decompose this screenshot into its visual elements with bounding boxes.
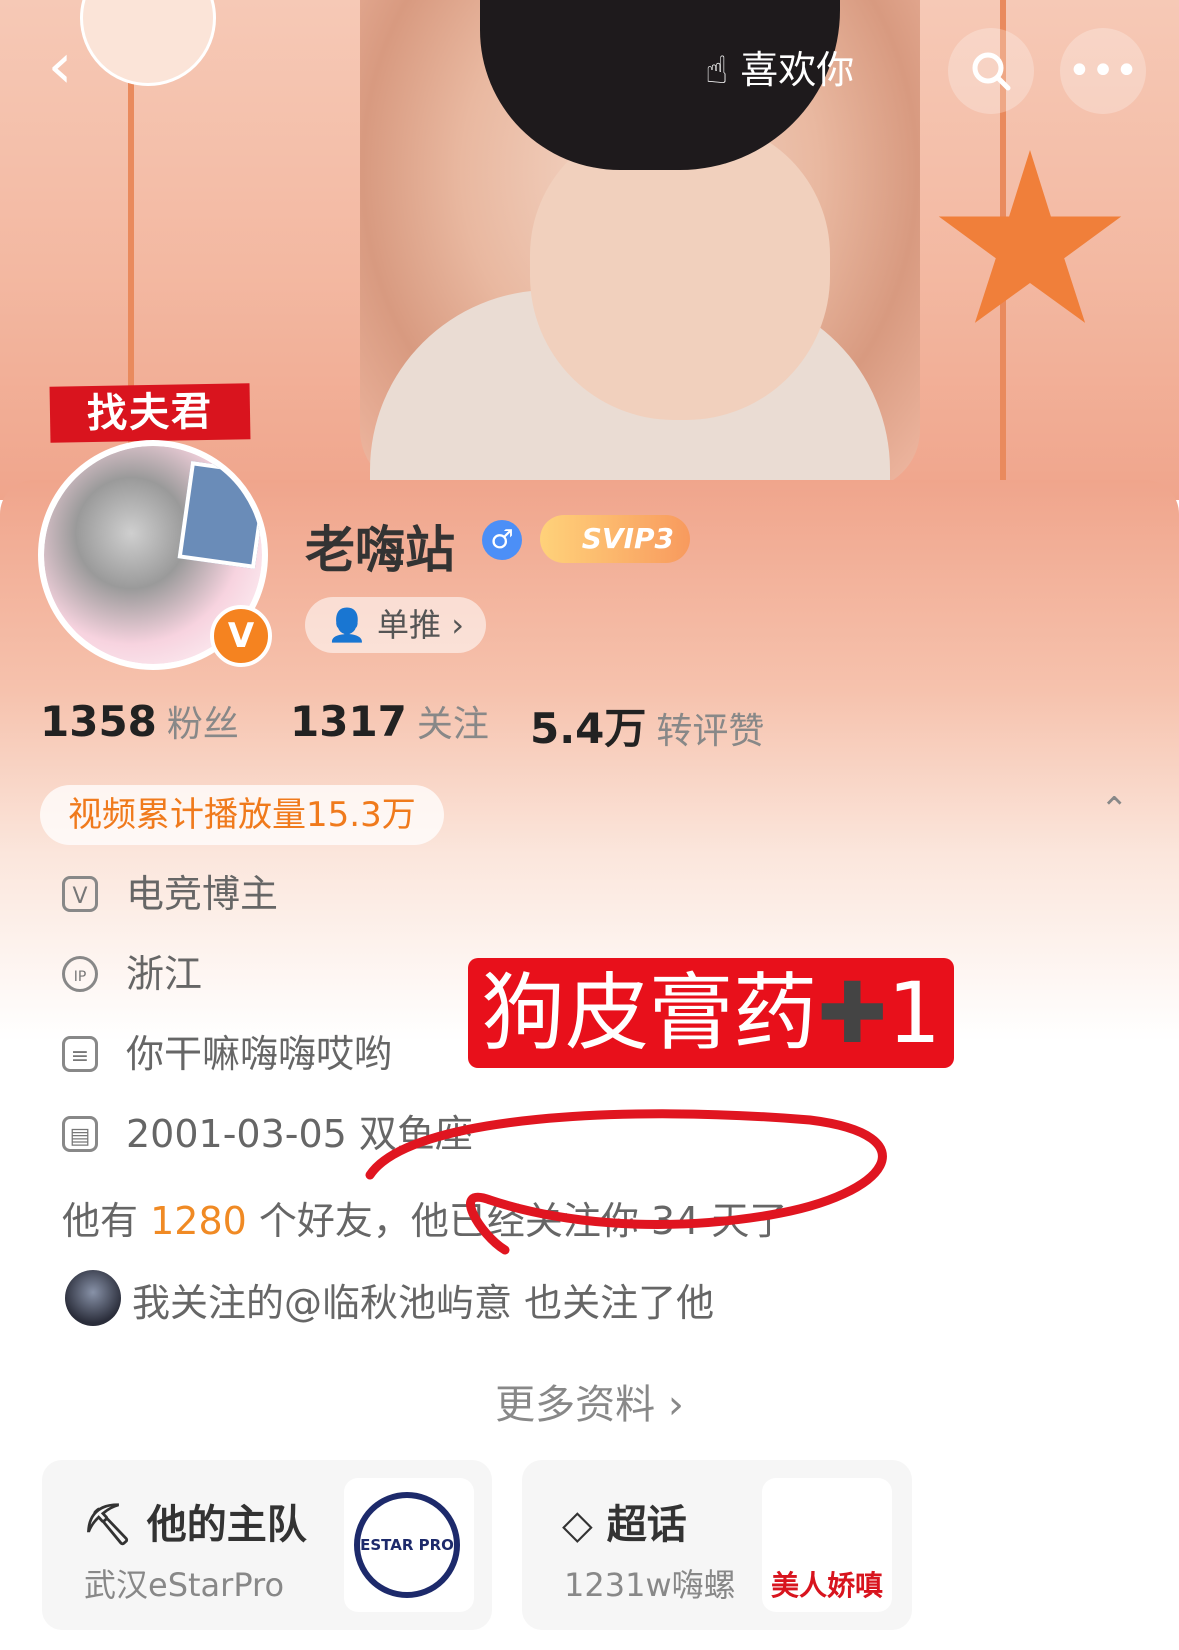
stat-label: 粉丝 [166,704,239,745]
mutual-follow-text[interactable]: 我关注的@临秋池屿意 也关注了他 [132,1272,714,1327]
overlay-text: 狗皮膏药 [481,964,818,1062]
super-topic-card[interactable]: ◇ 超话 1231w嗨螺 美人娇嗔 [522,1460,912,1630]
search-button[interactable] [948,28,1034,114]
person-icon: 👤 [327,606,367,644]
card-title-text: 超话 [606,1502,687,1548]
card-title: ◇ 超话 [562,1492,687,1550]
team-icon: ⛏ [82,1502,133,1548]
super-topic-image: 美人娇嗔 [762,1478,892,1612]
estar-logo-icon: ESTAR PRO [354,1492,460,1598]
stat-value: 5.4万 [530,704,647,753]
more-icon: ••• [1067,48,1139,94]
info-text: 电竞博主 [126,872,279,916]
video-plays-badge[interactable]: 视频累计播放量15.3万 [40,785,444,845]
like-button[interactable]: ☝ 喜欢你 [705,40,854,100]
overlay-number: 1 [887,964,941,1062]
image-caption: 美人娇嗔 [770,1569,883,1602]
hand-heart-icon: ☝ [705,48,729,92]
mutual-avatar[interactable] [65,1270,121,1326]
ip-icon: IP [62,956,98,992]
svip-badge[interactable]: SVIP3 [540,515,690,563]
tag-pill[interactable]: 👤 单推 › [305,597,486,653]
friends-prefix: 他有 [62,1199,151,1243]
team-logo: ESTAR PRO [344,1478,474,1612]
plus-icon: ✚ [817,964,888,1062]
stat-label: 转评赞 [656,711,765,752]
red-circle-annotation [365,1109,887,1255]
stat-following[interactable]: 1317 关注 [290,695,489,747]
shield-icon: V [62,876,98,912]
stat-interactions[interactable]: 5.4万 转评赞 [530,695,764,756]
back-button[interactable]: ‹ [30,35,90,98]
document-icon: ≡ [62,1036,98,1072]
more-info-link[interactable]: 更多资料 › [0,1372,1179,1430]
card-subtitle: 武汉eStarPro [84,1566,285,1604]
male-icon: ♂ [482,520,522,560]
stat-value: 1358 [40,697,157,746]
home-team-card[interactable]: ⛏ 他的主队 武汉eStarPro ESTAR PRO [42,1460,492,1630]
card-title: ⛏ 他的主队 [82,1492,307,1550]
stat-value: 1317 [290,697,407,746]
card-subtitle: 1231w嗨螺 [564,1566,736,1604]
banner-deco-circle [80,0,216,86]
tag-label: 单推 › [377,606,464,644]
star-sticker [938,150,1122,323]
diamond-icon: ◇ [562,1502,593,1548]
search-icon [972,52,1011,91]
info-text: 你干嘛嗨嗨哎哟 [126,1032,393,1076]
like-label: 喜欢你 [740,48,855,92]
banner-sticker: 找夫君 [49,383,251,443]
collapse-icon[interactable]: ⌃ [1100,790,1129,830]
avatar-polaroid [177,461,262,569]
calendar-icon: ▤ [62,1116,98,1152]
verified-icon: V [210,605,272,667]
username: 老嗨站 [305,521,455,579]
friends-count[interactable]: 1280 [150,1199,247,1243]
stat-label: 关注 [416,704,489,745]
info-text: 浙江 [126,952,203,996]
overlay-text-sticker: 狗皮膏药✚1 [468,958,954,1068]
stat-followers[interactable]: 1358 粉丝 [40,695,239,747]
card-title-text: 他的主队 [146,1502,307,1548]
more-button[interactable]: ••• [1060,28,1146,114]
